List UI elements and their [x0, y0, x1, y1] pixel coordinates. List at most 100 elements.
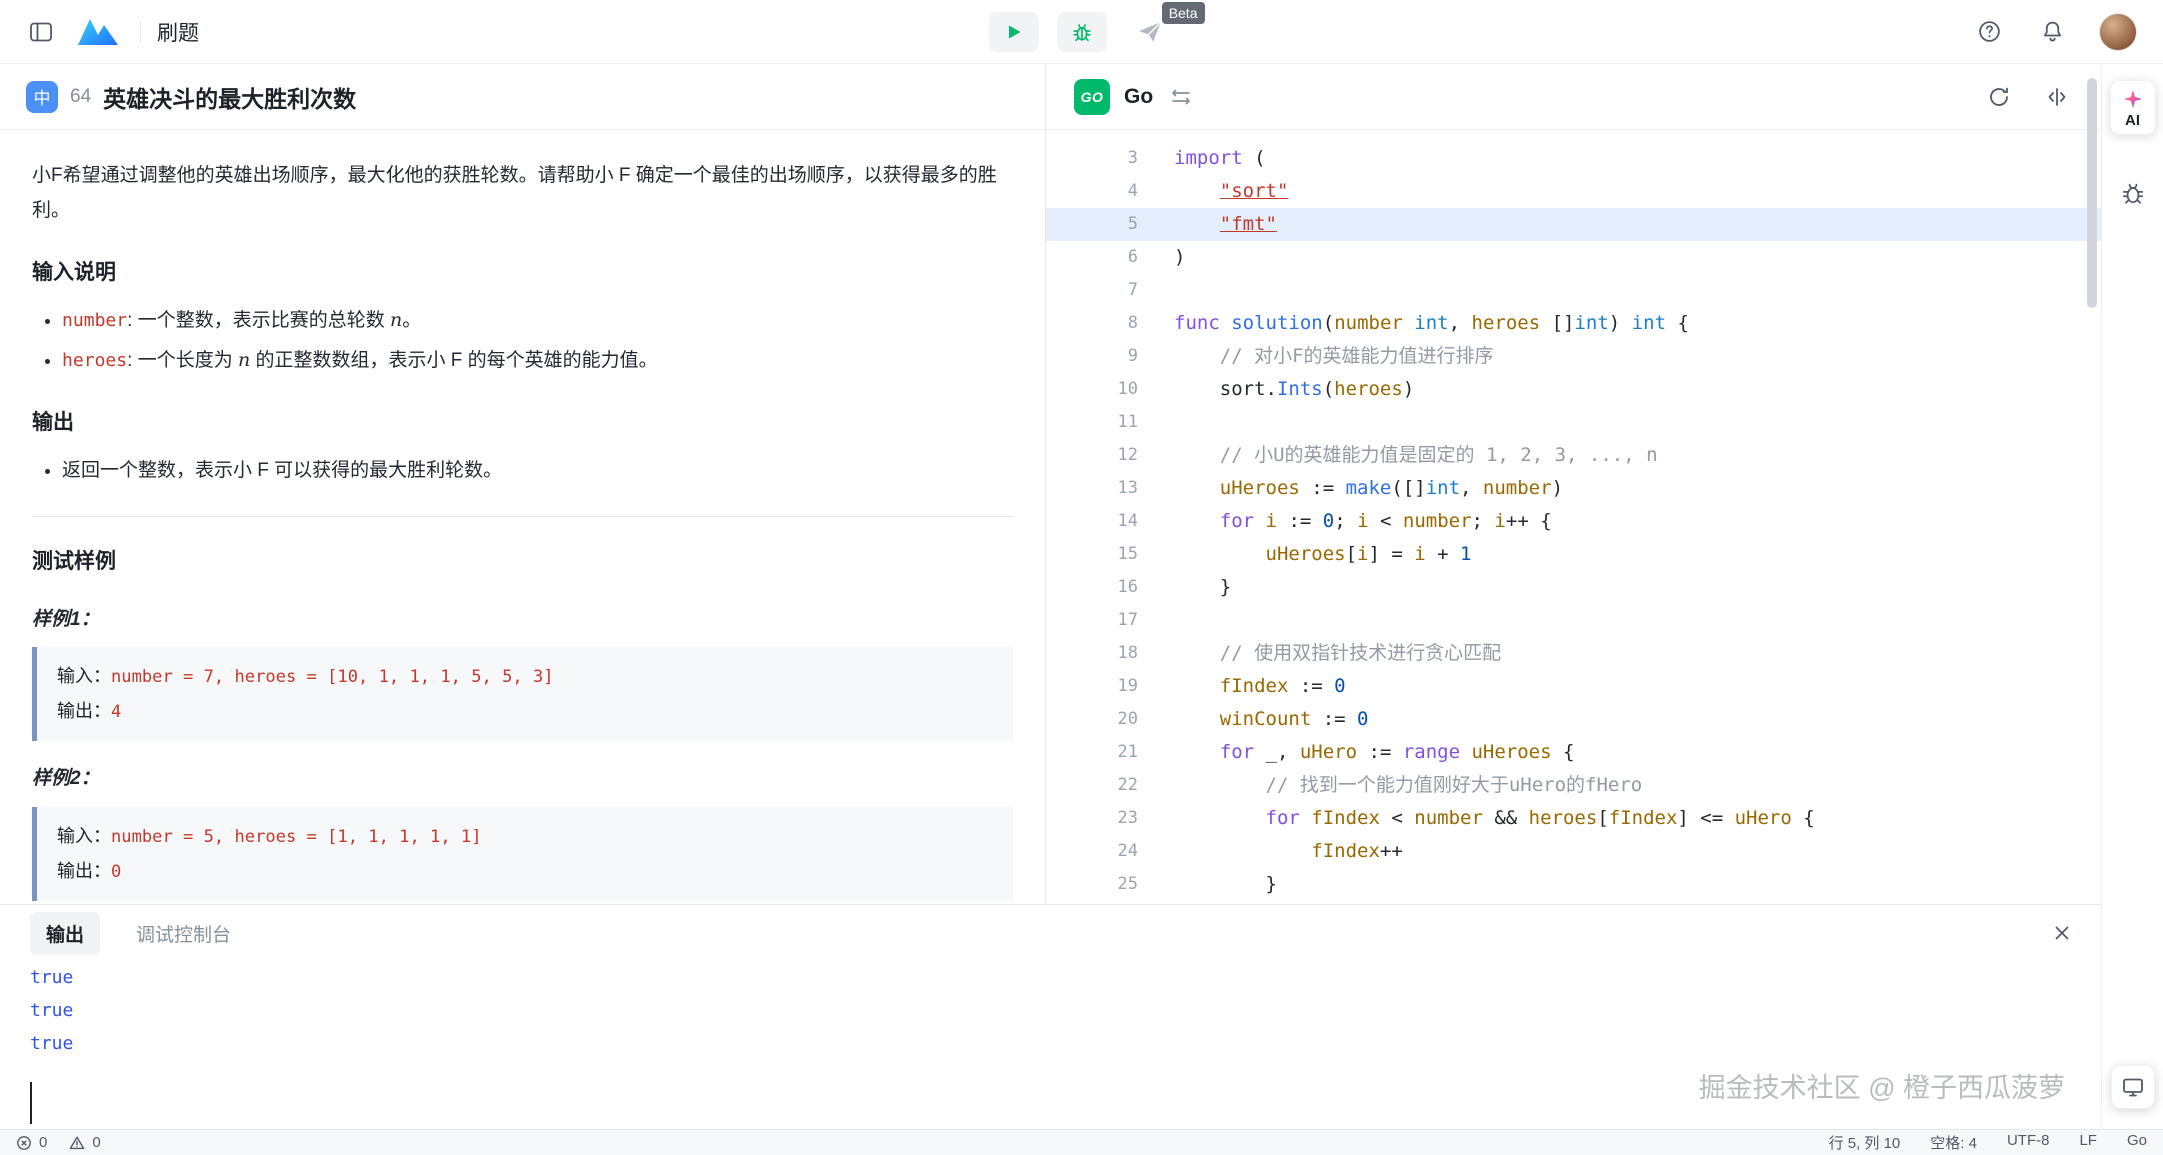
user-avatar[interactable] — [2099, 13, 2137, 51]
warnings-count: 0 — [92, 1134, 100, 1151]
console-output-line: true — [30, 1027, 2071, 1060]
bug-icon — [1071, 21, 1093, 43]
line-number: 23 — [1046, 802, 1138, 835]
errors-count: 0 — [39, 1134, 47, 1151]
code-line[interactable]: 23 for fIndex < number && heroes[fIndex]… — [1046, 802, 2101, 835]
line-number: 16 — [1046, 571, 1138, 604]
cursor-position[interactable]: 行 5, 列 10 — [1829, 1132, 1901, 1153]
sample-output-line: 输出：0 — [57, 854, 993, 889]
input-heading: 输入说明 — [32, 254, 1013, 293]
line-number: 3 — [1046, 142, 1138, 175]
switch-language-icon[interactable] — [1167, 84, 1195, 110]
console-tabs: 输出 调试控制台 — [0, 905, 2101, 961]
code-line[interactable]: 22 // 找到一个能力值刚好大于uHero的fHero — [1046, 769, 2101, 802]
paper-plane-icon — [1137, 19, 1163, 45]
code-line[interactable]: 21 for _, uHero := range uHeroes { — [1046, 736, 2101, 769]
line-number: 10 — [1046, 373, 1138, 406]
eol-setting[interactable]: LF — [2079, 1132, 2097, 1153]
sidebar-toggle-icon[interactable] — [26, 18, 56, 46]
split-view-icon[interactable] — [2041, 81, 2073, 113]
console-output-line: true — [30, 961, 2071, 994]
reset-code-icon[interactable] — [1983, 81, 2015, 113]
indent-setting[interactable]: 空格: 4 — [1930, 1132, 1977, 1153]
code-line[interactable]: 8func solution(number int, heroes []int)… — [1046, 307, 2101, 340]
console-caret — [30, 1082, 32, 1124]
code-line[interactable]: 7 — [1046, 274, 2101, 307]
code-line[interactable]: 11 — [1046, 406, 2101, 439]
code-line[interactable]: 12 // 小U的英雄能力值是固定的 1, 2, 3, ..., n — [1046, 439, 2101, 472]
code-line[interactable]: 6) — [1046, 241, 2101, 274]
problems-summary[interactable]: 0 0 — [16, 1134, 101, 1151]
code-line[interactable]: 24 fIndex++ — [1046, 835, 2101, 868]
sample-1-label: 样例1： — [32, 602, 1013, 637]
encoding[interactable]: UTF-8 — [2007, 1132, 2050, 1153]
code-line[interactable]: 13 uHeroes := make([]int, number) — [1046, 472, 2101, 505]
ai-assistant-button[interactable]: AI — [2110, 80, 2156, 135]
problem-panel: 中 64 英雄决斗的最大胜利次数 小F希望通过调整他的英雄出场顺序，最大化他的获… — [0, 64, 1046, 904]
monitor-icon[interactable] — [2111, 1065, 2155, 1109]
statusbar-right: 行 5, 列 10 空格: 4 UTF-8 LF Go — [1829, 1132, 2147, 1153]
code-line[interactable]: 17 — [1046, 604, 2101, 637]
line-number: 9 — [1046, 340, 1138, 373]
problem-description-area: 小F希望通过调整他的英雄出场顺序，最大化他的获胜轮数。请帮助小 F 确定一个最佳… — [0, 130, 1045, 904]
line-number: 19 — [1046, 670, 1138, 703]
code-line[interactable]: 15 uHeroes[i] = i + 1 — [1046, 538, 2101, 571]
language-label: Go — [1124, 85, 1153, 109]
topbar-actions: Beta — [989, 12, 1175, 52]
line-number: 17 — [1046, 604, 1138, 637]
app-body: 中 64 英雄决斗的最大胜利次数 小F希望通过调整他的英雄出场顺序，最大化他的获… — [0, 64, 2163, 1129]
code-line[interactable]: 3import ( — [1046, 142, 2101, 175]
problem-id: 64 — [70, 86, 91, 108]
panels-row: 中 64 英雄决斗的最大胜利次数 小F希望通过调整他的英雄出场顺序，最大化他的获… — [0, 64, 2101, 904]
close-console-icon[interactable] — [2053, 924, 2071, 942]
debug-tool-icon[interactable] — [2116, 176, 2150, 210]
line-number: 12 — [1046, 439, 1138, 472]
editor-header-actions — [1983, 81, 2073, 113]
section-divider — [32, 516, 1013, 517]
code-line[interactable]: 16 } — [1046, 571, 2101, 604]
code-line[interactable]: 9 // 对小F的英雄能力值进行排序 — [1046, 340, 2101, 373]
code-line[interactable]: 4 "sort" — [1046, 175, 2101, 208]
submit-button[interactable]: Beta — [1125, 12, 1175, 52]
watermark-text: 掘金技术社区 @ 橙子西瓜菠萝 — [1699, 1066, 2065, 1105]
tab-debug-console[interactable]: 调试控制台 — [136, 920, 231, 947]
debug-run-button[interactable] — [1057, 12, 1107, 52]
console-panel: 输出 调试控制台 truetruetrue 掘金技术社区 @ 橙子西瓜菠萝 — [0, 904, 2101, 1129]
topbar-right — [1973, 13, 2137, 51]
code-line[interactable]: 20 winCount := 0 — [1046, 703, 2101, 736]
console-output-line: true — [30, 994, 2071, 1027]
section-title: 刷题 — [157, 17, 199, 47]
editor-header: GO Go — [1046, 64, 2101, 130]
sample-2-label: 样例2： — [32, 761, 1013, 796]
topbar-left: 刷题 — [26, 13, 199, 51]
line-number: 7 — [1046, 274, 1138, 307]
notifications-bell-icon[interactable] — [2036, 15, 2069, 48]
line-number: 13 — [1046, 472, 1138, 505]
sample-input-line: 输入：number = 7, heroes = [10, 1, 1, 1, 5,… — [57, 659, 993, 694]
code-line[interactable]: 25 } — [1046, 868, 2101, 901]
help-icon[interactable] — [1973, 15, 2006, 48]
code-line[interactable]: 19 fIndex := 0 — [1046, 670, 2101, 703]
code-editor[interactable]: 3import (4 "sort"5 "fmt"6)78func solutio… — [1046, 130, 2101, 904]
run-button[interactable] — [989, 12, 1039, 52]
console-output-area[interactable]: truetruetrue 掘金技术社区 @ 橙子西瓜菠萝 — [0, 961, 2101, 1129]
marscode-logo-icon[interactable] — [72, 13, 124, 51]
language-mode[interactable]: Go — [2127, 1132, 2147, 1153]
tab-output[interactable]: 输出 — [30, 912, 100, 955]
line-number: 20 — [1046, 703, 1138, 736]
output-spec-item: 返回一个整数，表示小 F 可以获得的最大胜利轮数。 — [62, 453, 1013, 488]
problem-description: 小F希望通过调整他的英雄出场顺序，最大化他的获胜轮数。请帮助小 F 确定一个最佳… — [32, 158, 1013, 228]
code-line[interactable]: 18 // 使用双指针技术进行贪心匹配 — [1046, 637, 2101, 670]
sample-input-line: 输入：number = 5, heroes = [1, 1, 1, 1, 1] — [57, 819, 993, 854]
line-number: 24 — [1046, 835, 1138, 868]
editor-scrollbar[interactable] — [2087, 78, 2097, 308]
problem-header: 中 64 英雄决斗的最大胜利次数 — [0, 64, 1045, 130]
code-line[interactable]: 10 sort.Ints(heroes) — [1046, 373, 2101, 406]
topbar-divider — [140, 21, 141, 43]
line-number: 25 — [1046, 868, 1138, 901]
samples-heading: 测试样例 — [32, 543, 1013, 582]
code-line[interactable]: 5 "fmt" — [1046, 208, 2101, 241]
output-spec-list: 返回一个整数，表示小 F 可以获得的最大胜利轮数。 — [32, 453, 1013, 488]
code-line[interactable]: 14 for i := 0; i < number; i++ { — [1046, 505, 2101, 538]
line-number: 15 — [1046, 538, 1138, 571]
